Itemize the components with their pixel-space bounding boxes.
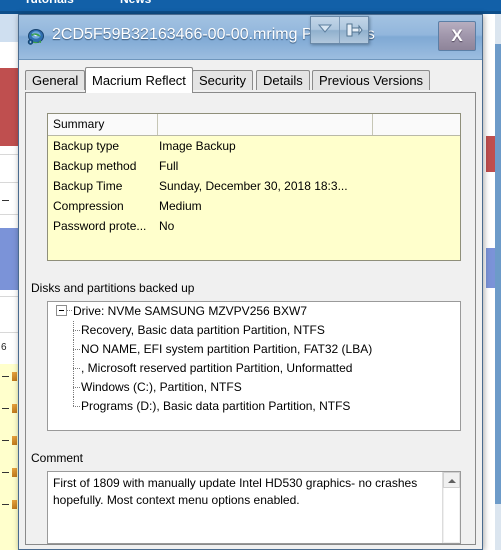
summary-row[interactable]: Backup method Full [48,156,460,176]
scrollbar-track[interactable] [443,488,460,543]
summary-row[interactable]: Compression Medium [48,196,460,216]
summary-header-cell[interactable] [373,114,460,135]
summary-row-key: Password prote... [53,219,147,233]
tree-root-item[interactable]: Drive: NVMe SAMSUNG MZVPV256 BXW7 [48,302,460,321]
macrium-disk-icon [27,28,46,47]
summary-row-key: Backup method [53,159,137,173]
comment-section-label: Comment [31,451,84,465]
tab-details[interactable]: Details [256,70,310,90]
summary-row-key: Backup Time [53,179,123,193]
comment-scrollbar[interactable] [442,472,460,543]
tree-item-label: Programs (D:), Basic data partition Part… [81,399,351,413]
tree-item[interactable]: , Microsoft reserved partition Partition… [48,359,460,378]
tab-macrium-reflect[interactable]: Macrium Reflect [85,67,193,93]
disks-tree[interactable]: Drive: NVMe SAMSUNG MZVPV256 BXW7 Recove… [47,301,461,431]
tree-item-label: Windows (C:), Partition, NTFS [81,380,242,394]
background-nav-item[interactable]: Tutorials [24,0,74,6]
floating-overlay-toolbar[interactable] [310,16,369,44]
background-mini-icon [12,372,17,381]
tab-general[interactable]: General [25,70,86,90]
summary-row-value: No [159,219,175,233]
summary-row-key: Backup type [53,139,120,153]
background-mini-icon [12,468,17,477]
tree-item[interactable]: NO NAME, EFI system partition Partition,… [48,340,460,359]
comment-textarea[interactable]: First of 1809 with manually update Intel… [47,471,461,544]
summary-header-cell[interactable]: Summary [48,114,158,135]
tree-root-label: Drive: NVMe SAMSUNG MZVPV256 BXW7 [73,304,308,318]
properties-dialog: 2CD5F59B32163466-00-00.mrimg Properties … [18,14,483,550]
summary-row-key: Compression [53,199,124,213]
tree-item[interactable]: Recovery, Basic data partition Partition… [48,321,460,340]
summary-row-value: Full [159,159,179,173]
summary-row-value: Medium [159,199,202,213]
background-page-scrollbar[interactable] [495,14,501,550]
summary-row[interactable]: Backup type Image Backup [48,136,460,156]
tree-item[interactable]: Programs (D:), Basic data partition Part… [48,397,460,416]
background-scrollbar-thumb[interactable] [495,44,501,504]
comment-text: First of 1809 with manually update Intel… [53,476,418,507]
summary-row-value: Sunday, December 30, 2018 18:3... [159,179,348,193]
collapse-minus-icon[interactable] [56,305,67,316]
summary-row[interactable]: Backup Time Sunday, December 30, 2018 18… [48,176,460,196]
macrium-reflect-panel: Summary Backup type Image Backup Backup … [25,92,476,545]
tabstrip: General Macrium Reflect Security Details… [25,67,482,93]
summary-row[interactable]: Password prote... No [48,216,460,236]
tree-item-label: NO NAME, EFI system partition Partition,… [81,342,373,356]
tab-security[interactable]: Security [192,70,253,90]
background-mini-icon [12,436,17,445]
background-navbar: Tutorials News [0,0,501,11]
summary-grid-header: Summary [48,114,460,136]
tree-item-label: , Microsoft reserved partition Partition… [81,361,353,375]
summary-grid: Summary Backup type Image Backup Backup … [47,113,461,261]
pin-button[interactable] [339,17,368,43]
background-mini-icon [12,404,17,413]
dropdown-arrow-button[interactable] [311,17,339,43]
tree-item[interactable]: Windows (C:), Partition, NTFS [48,378,460,397]
background-left-char: 6 [1,342,7,353]
tree-item-label: Recovery, Basic data partition Partition… [81,323,325,337]
close-button[interactable]: X [438,21,476,51]
scroll-up-arrow-icon[interactable] [443,472,460,488]
dialog-titlebar[interactable]: 2CD5F59B32163466-00-00.mrimg Properties … [19,15,482,60]
background-mini-icon [12,500,17,509]
summary-row-value: Image Backup [159,139,236,153]
tab-previous-versions[interactable]: Previous Versions [312,70,431,90]
background-nav-item[interactable]: News [120,0,151,6]
summary-header-cell[interactable] [158,114,373,135]
disks-section-label: Disks and partitions backed up [31,281,195,295]
